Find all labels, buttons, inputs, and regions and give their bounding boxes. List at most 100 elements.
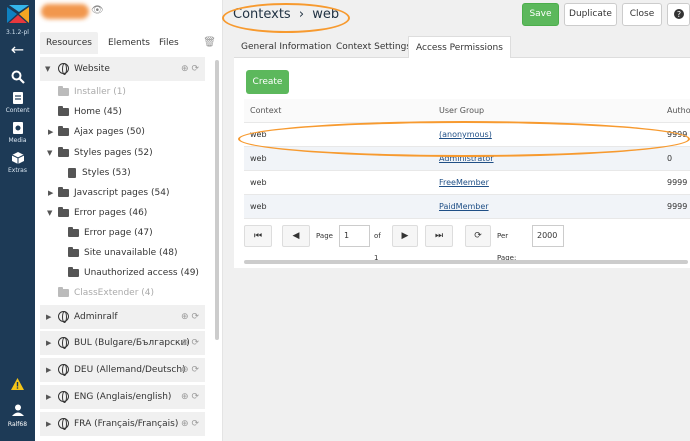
main-rail: 3.1.2-pl ← Content Media Extras Ralf68 [0,0,35,441]
context-label: BUL (Bulgare/Български) [74,338,190,348]
caret-right-icon[interactable]: ▶ [46,385,51,409]
page-icon [68,168,76,178]
nav-content[interactable]: Content [0,91,35,114]
caret-right-icon[interactable]: ▶ [46,358,51,382]
context-actions[interactable]: ⊕ ⟳ [181,305,199,329]
last-page-button[interactable]: ⏭ [425,225,453,247]
context-actions[interactable]: ⊕ ⟳ [181,385,199,409]
cell-context: web [250,154,267,163]
tab-context-settings[interactable]: Context Settings [329,36,418,58]
tree-item-classextender[interactable]: ClassExtender (4) [40,281,205,305]
context-label: Website [74,64,110,74]
tree-scrollbar[interactable] [215,60,219,340]
globe-icon [58,337,69,349]
tree-item-label: ClassExtender (4) [74,288,155,298]
folder-icon [58,126,69,136]
tree-context-adminralf[interactable]: ▶ Adminralf ⊕ ⟳ [40,305,205,329]
close-button[interactable]: Close [622,3,662,26]
tree-context-website[interactable]: ▼ Website ⊕ ⟳ [40,57,205,81]
table-row[interactable]: web PaidMember 9999 [244,195,690,219]
context-label: DEU (Allemand/Deutsch) [74,365,186,375]
cell-user-group-link[interactable]: FreeMember [439,171,489,195]
globe-icon [58,63,69,75]
help-icon: ? [673,9,684,19]
folder-icon [58,86,69,96]
tree-context-fra[interactable]: ▶ FRA (Français/Français) ⊕ ⟳ [40,412,205,436]
refresh-button[interactable]: ⟳ [465,225,491,247]
globe-icon [58,364,69,376]
nav-extras[interactable]: Extras [0,151,35,174]
permissions-grid: Context User Group Autho web (anonymous)… [244,99,690,219]
per-page-input[interactable]: 2000 [532,225,564,247]
grid-header: Context User Group Autho [244,99,690,123]
grid-horizontal-scrollbar[interactable] [244,260,688,264]
trash-icon[interactable]: 🗑 [203,37,216,48]
tab-elements[interactable]: Elements [102,32,156,54]
context-actions[interactable]: ⊕ ⟳ [181,331,199,355]
tab-access-permissions[interactable]: Access Permissions [408,36,511,58]
nav-media[interactable]: Media [0,121,35,144]
annotation-oval [222,3,350,33]
tab-general-information[interactable]: General Information [234,36,338,58]
folder-icon [58,147,69,157]
next-page-button[interactable]: ▶ [392,225,418,247]
folder-icon [58,207,69,217]
context-label: ENG (Anglais/english) [74,392,172,402]
context-tabs: General Information Context Settings Acc… [234,36,690,58]
context-actions[interactable]: ⊕ ⟳ [181,57,199,81]
cell-authority: 9999 [667,202,688,211]
caret-down-icon[interactable]: ▼ [45,57,50,81]
cell-authority: 0 [667,154,673,163]
search-icon [11,70,25,84]
warning-button[interactable] [0,378,35,393]
tree-context-bul[interactable]: ▶ BUL (Bulgare/Български) ⊕ ⟳ [40,331,205,355]
folder-icon [58,187,69,197]
redacted-site-name [41,4,89,19]
nav-search[interactable] [0,70,35,84]
modx-logo-icon[interactable] [6,5,29,23]
warning-icon [11,378,24,390]
media-icon [12,122,23,134]
svg-text:?: ? [676,10,680,19]
content-icon [12,92,23,104]
column-header-user-group[interactable]: User Group [439,99,484,123]
eye-icon[interactable]: 👁 [91,5,104,16]
page-input[interactable]: 1 [339,225,370,247]
annotation-oval [238,121,690,157]
duplicate-button[interactable]: Duplicate [564,3,617,26]
tree-body: ▼ Website ⊕ ⟳ Installer (1) Home (45) ▶ … [40,55,205,441]
version-label: 3.1.2-pl [6,29,29,36]
globe-icon [58,311,69,323]
caret-right-icon[interactable]: ▶ [46,331,51,355]
caret-right-icon[interactable]: ▶ [46,412,51,436]
resource-tree-panel: 👁 Resources Elements Files 🗑 ▼ Website ⊕… [35,0,223,441]
cell-user-group-link[interactable]: PaidMember [439,195,489,219]
tab-files[interactable]: Files [153,32,185,54]
folder-icon [58,287,69,297]
main-content: Contexts › web Save Duplicate Close ? Ge… [222,0,690,441]
caret-right-icon[interactable]: ▶ [46,305,51,329]
first-page-button[interactable]: ⏮ [244,225,272,247]
table-row[interactable]: web FreeMember 9999 [244,171,690,195]
help-button[interactable]: ? [667,3,690,26]
nav-media-label: Media [8,137,27,144]
context-actions[interactable]: ⊕ ⟳ [181,412,199,436]
context-actions[interactable]: ⊕ ⟳ [181,358,199,382]
column-header-authority[interactable]: Autho [667,99,690,123]
user-menu[interactable]: Ralf68 [0,404,35,428]
tree-tabs: Resources Elements Files 🗑 [40,32,218,54]
save-button[interactable]: Save [522,3,559,26]
folder-icon [68,227,79,237]
create-button[interactable]: Create [246,70,289,94]
back-arrow-icon[interactable]: ← [0,42,35,58]
prev-page-button[interactable]: ◀ [282,225,310,247]
context-label: Adminralf [74,312,118,322]
folder-icon [58,106,69,116]
extras-icon [11,152,24,164]
tab-resources[interactable]: Resources [40,32,98,54]
user-icon [11,404,24,416]
globe-icon [58,391,69,403]
column-header-context[interactable]: Context [250,99,281,123]
tree-context-deu[interactable]: ▶ DEU (Allemand/Deutsch) ⊕ ⟳ [40,358,205,382]
tree-context-eng[interactable]: ▶ ENG (Anglais/english) ⊕ ⟳ [40,385,205,409]
